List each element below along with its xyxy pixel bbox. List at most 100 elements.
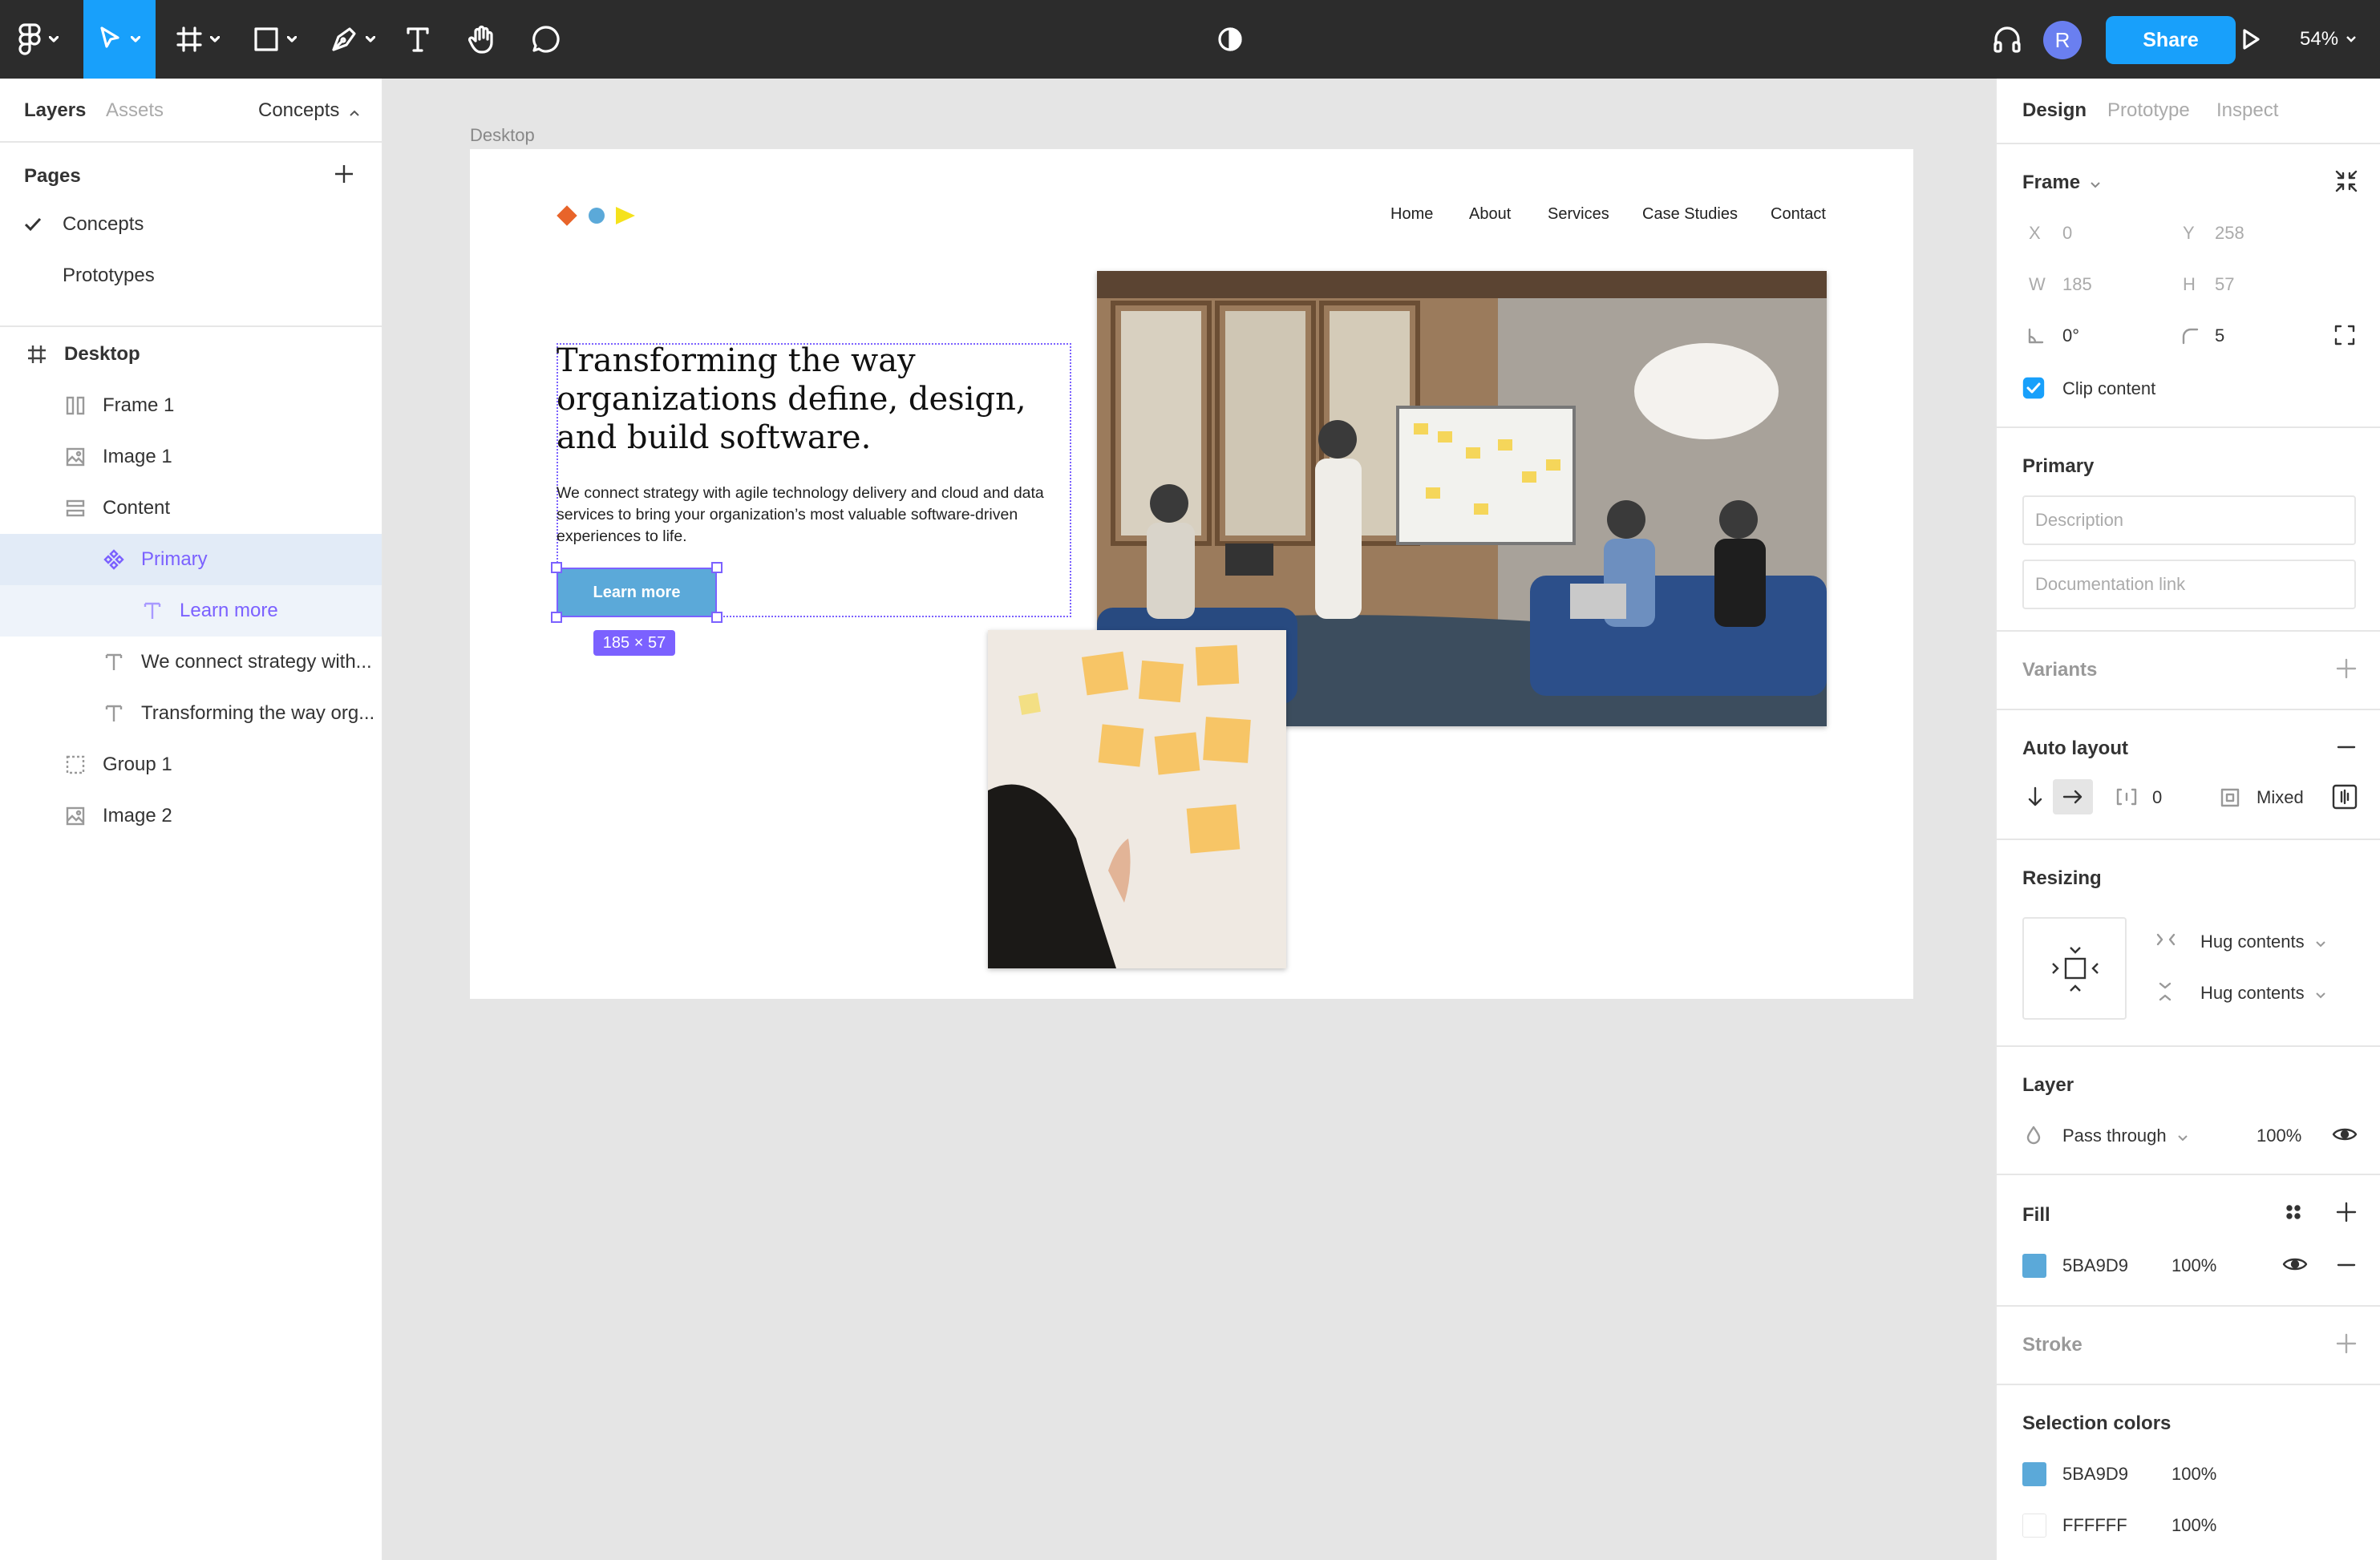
audio-button[interactable]: [1990, 0, 2024, 79]
layer-row-content[interactable]: Content: [0, 483, 382, 534]
shape-tool-button[interactable]: [245, 0, 305, 79]
avatar-initial: R: [2054, 27, 2070, 52]
frame-label[interactable]: Desktop: [470, 125, 535, 146]
move-tool-button[interactable]: [83, 0, 156, 79]
add-variant-button[interactable]: [2335, 657, 2358, 684]
resize-to-fit-button[interactable]: [2333, 168, 2359, 198]
horizontal-resizing-select[interactable]: Hug contents: [2200, 932, 2325, 952]
h-input[interactable]: 57: [2215, 274, 2234, 295]
theme-toggle-button[interactable]: [1216, 0, 1245, 79]
layer-row-learn-more[interactable]: Learn more: [0, 585, 382, 637]
page-item-prototypes[interactable]: Prototypes: [0, 250, 383, 301]
resize-handle-bl[interactable]: [551, 612, 562, 623]
y-input[interactable]: 258: [2215, 223, 2244, 244]
hand-tool-button[interactable]: [463, 0, 500, 79]
remove-fill-button[interactable]: [2335, 1254, 2358, 1280]
chevron-down-icon: [131, 36, 140, 42]
fill-hex-input[interactable]: 5BA9D9: [2062, 1255, 2128, 1276]
layer-row-primary[interactable]: Primary: [0, 534, 382, 585]
tab-design[interactable]: Design: [2022, 99, 2087, 122]
add-page-button[interactable]: [332, 162, 356, 190]
layer-row-image-1[interactable]: Image 1: [0, 431, 382, 483]
add-fill-button[interactable]: [2335, 1201, 2358, 1227]
tab-prototype[interactable]: Prototype: [2107, 99, 2190, 122]
fill-swatch[interactable]: [2022, 1254, 2046, 1278]
nav-link-services[interactable]: Services: [1548, 205, 1609, 224]
nav-link-about[interactable]: About: [1469, 205, 1511, 224]
checkmark-icon: [24, 217, 42, 232]
layer-row-image-2[interactable]: Image 2: [0, 790, 382, 842]
resizing-preview[interactable]: [2022, 917, 2127, 1020]
chevron-down-icon: [2316, 992, 2325, 999]
selection-color-opacity[interactable]: 100%: [2172, 1464, 2216, 1485]
present-button[interactable]: [2239, 0, 2263, 79]
learn-more-button[interactable]: Learn more: [557, 568, 717, 617]
add-stroke-button[interactable]: [2335, 1332, 2358, 1359]
alignment-button[interactable]: [2332, 784, 2358, 814]
comment-tool-button[interactable]: [528, 0, 565, 79]
frame-tool-button[interactable]: [168, 0, 228, 79]
fill-visibility-button[interactable]: [2282, 1254, 2308, 1279]
layer-row-body-text[interactable]: We connect strategy with...: [0, 637, 382, 688]
spacing-input[interactable]: 0: [2152, 787, 2162, 808]
nav-link-case-studies[interactable]: Case Studies: [1642, 205, 1738, 224]
tab-inspect[interactable]: Inspect: [2216, 99, 2278, 122]
w-input[interactable]: 185: [2062, 274, 2092, 295]
page-item-concepts[interactable]: Concepts: [0, 199, 383, 250]
page-switcher-label: Concepts: [258, 99, 340, 121]
selection-color-hex[interactable]: 5BA9D9: [2062, 1464, 2128, 1485]
nav-link-contact[interactable]: Contact: [1771, 205, 1826, 224]
layer-row-desktop[interactable]: Desktop: [0, 329, 382, 380]
layer-opacity-input[interactable]: 100%: [2257, 1126, 2301, 1146]
documentation-link-input[interactable]: Documentation link: [2022, 560, 2356, 609]
selection-color-opacity[interactable]: 100%: [2172, 1515, 2216, 1536]
independent-corners-button[interactable]: [2333, 324, 2356, 350]
blend-mode-select[interactable]: Pass through: [2062, 1126, 2188, 1146]
fill-styles-button[interactable]: [2282, 1201, 2305, 1227]
headphones-icon: [1993, 26, 2021, 53]
plus-icon: [2336, 1202, 2357, 1223]
selection-color-swatch[interactable]: [2022, 1462, 2046, 1486]
image-2-sticky-notes[interactable]: [988, 630, 1286, 968]
layer-row-frame-1[interactable]: Frame 1: [0, 380, 382, 431]
component-instance-icon: [103, 548, 125, 571]
collapse-arrows-icon: [2335, 170, 2358, 192]
share-button[interactable]: Share: [2106, 16, 2236, 64]
layer-visibility-button[interactable]: [2332, 1124, 2358, 1149]
x-label: X: [2029, 223, 2041, 243]
arrow-down-icon: [2028, 786, 2042, 806]
direction-horizontal-button[interactable]: [2053, 779, 2093, 814]
nav-link-home[interactable]: Home: [1390, 205, 1433, 224]
hero-title[interactable]: Transforming the way organizations defin…: [557, 342, 1070, 457]
comment-icon: [532, 26, 560, 53]
resize-handle-tl[interactable]: [551, 562, 562, 573]
text-tool-button[interactable]: [401, 0, 435, 79]
layer-title: Layer: [2022, 1074, 2074, 1096]
description-input[interactable]: Description: [2022, 495, 2356, 545]
padding-input[interactable]: Mixed: [2257, 787, 2304, 808]
remove-auto-layout-button[interactable]: [2335, 736, 2358, 762]
fill-opacity-input[interactable]: 100%: [2172, 1255, 2216, 1276]
corner-radius-input[interactable]: 5: [2215, 325, 2224, 346]
tab-assets[interactable]: Assets: [106, 99, 164, 122]
direction-vertical-button[interactable]: [2026, 786, 2045, 812]
pen-tool-button[interactable]: [322, 0, 383, 79]
page-switcher[interactable]: Concepts: [258, 99, 359, 122]
vertical-resizing-select[interactable]: Hug contents: [2200, 983, 2325, 1004]
clip-content-checkbox[interactable]: [2022, 377, 2045, 403]
selection-color-hex[interactable]: FFFFFF: [2062, 1515, 2127, 1536]
tab-layers[interactable]: Layers: [24, 99, 86, 122]
zoom-menu[interactable]: 54%: [2300, 0, 2356, 79]
main-menu-button[interactable]: [10, 0, 67, 79]
avatar[interactable]: R: [2043, 21, 2082, 59]
layer-row-title-text[interactable]: Transforming the way org...: [0, 688, 382, 739]
rotation-input[interactable]: 0°: [2062, 325, 2079, 346]
hero-body[interactable]: We connect strategy with agile technolog…: [557, 483, 1076, 548]
resize-handle-br[interactable]: [711, 612, 722, 623]
resize-handle-tr[interactable]: [711, 562, 722, 573]
layer-row-group-1[interactable]: Group 1: [0, 739, 382, 790]
frame-section-title[interactable]: Frame: [2022, 172, 2100, 194]
selection-color-swatch[interactable]: [2022, 1514, 2046, 1538]
desktop-frame[interactable]: Home About Services Case Studies Contact: [470, 149, 1913, 999]
x-input[interactable]: 0: [2062, 223, 2072, 244]
